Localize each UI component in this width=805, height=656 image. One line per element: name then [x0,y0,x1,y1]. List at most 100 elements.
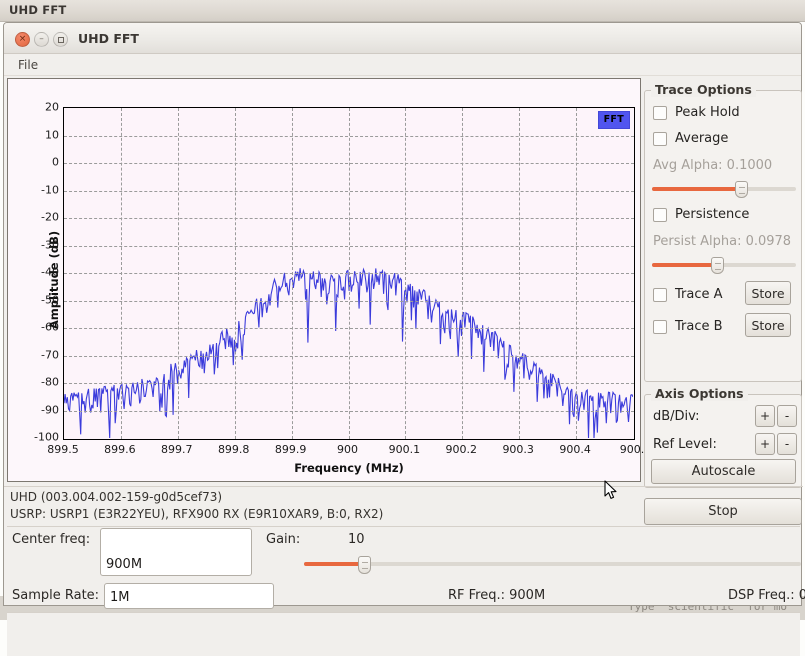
ref-level-label: Ref Level: [653,437,717,452]
peak-hold-label: Peak Hold [675,105,740,120]
uhd-version-text: UHD (003.004.002-159-g0d5cef73) [10,490,223,504]
y-tick-label: -40 [41,265,59,279]
axis-options-title: Axis Options [651,386,748,401]
desktop-panel: UHD FFT [0,0,805,22]
desktop-window-title: UHD FFT [9,3,67,17]
gain-slider-fill [304,562,364,566]
grid-line-vertical [348,108,350,439]
db-div-plus-button[interactable]: + [755,405,775,427]
y-tick-label: 20 [45,100,59,114]
trace-a-checkbox[interactable] [653,287,667,302]
persist-alpha-slider-fill [652,263,717,267]
sample-rate-label: Sample Rate: [12,588,100,603]
x-tick-label: 900.2 [445,443,478,456]
avg-alpha-slider[interactable] [652,181,796,198]
info-divider [7,526,800,527]
y-tick-label: -90 [41,403,59,416]
window-client-area: Amplitude (dB) 20 10 0 -10 -20 -30 -40 -50 -60 -7… [4,76,805,656]
radio-controls-form: Center freq: 900M Sample Rate: 1M Gain: … [4,528,805,612]
trace-a-row[interactable]: Trace A [653,287,723,302]
uhd-fft-window: × – UHD FFT File Amplitude (dB) 20 10 0 -10… [3,22,805,656]
x-tick-label: 899.5 [47,443,79,456]
window-bottom-filler [7,613,800,656]
y-tick-label: -70 [41,348,59,361]
menubar: File [4,54,801,76]
grid-line-vertical [405,108,407,439]
ref-level-plus-button[interactable]: + [755,433,775,455]
grid-line-vertical [234,108,236,439]
y-axis-ticks: 20 10 0 -10 -20 -30 -40 -50 -60 -70 -80 -90 -100 [8,101,59,444]
persistence-checkbox[interactable] [653,207,667,222]
avg-alpha-label: Avg Alpha: 0.1000 [653,158,773,173]
sample-rate-input[interactable]: 1M [104,583,274,609]
y-tick-label: -10 [41,183,59,196]
ref-level-minus-button[interactable]: - [777,433,797,455]
trace-b-label: Trace B [675,319,723,334]
persist-alpha-slider-knob[interactable] [710,257,724,274]
fft-legend-badge[interactable]: FFT [597,111,630,129]
fft-plot[interactable]: Amplitude (dB) 20 10 0 -10 -20 -30 -40 -50 -60 -7… [7,78,644,482]
y-tick-label: -30 [41,238,59,251]
grid-line-vertical [576,108,578,439]
average-row[interactable]: Average [653,131,728,146]
peak-hold-row[interactable]: Peak Hold [653,105,740,120]
trace-b-store-button[interactable]: Store [745,313,791,337]
y-tick-label: -100 [34,430,59,444]
rf-freq-readout: RF Freq.: 900M [448,588,546,603]
avg-alpha-slider-fill [652,187,742,191]
x-tick-label: 900. [619,443,645,456]
menu-item-file[interactable]: File [14,57,42,73]
device-info-strip: UHD (003.004.002-159-g0d5cef73) USRP: US… [4,486,803,527]
gain-value: 10 [348,532,365,547]
y-tick-label: 10 [45,128,59,141]
gain-slider-knob[interactable] [357,556,371,574]
dsp-freq-readout: DSP Freq.: 0 [728,588,805,603]
gain-slider-track [304,562,801,566]
autoscale-button[interactable]: Autoscale [651,459,796,484]
x-tick-label: 899.9 [274,443,307,456]
maximize-square-glyph [57,36,64,43]
x-axis-label: Frequency (MHz) [294,461,404,475]
persistence-label: Persistence [675,207,750,222]
average-checkbox[interactable] [653,131,667,146]
plot-canvas[interactable]: FFT [63,107,635,440]
y-tick-label: -20 [41,210,59,224]
y-tick-label: -80 [41,375,59,389]
trace-b-row[interactable]: Trace B [653,319,723,334]
persistence-row[interactable]: Persistence [653,207,749,222]
axis-options-group: Axis Options dB/Div: + - Ref Level: + - … [644,386,802,488]
trace-b-checkbox[interactable] [653,319,667,334]
x-tick-label: 900 [337,443,358,456]
grid-line-vertical [462,108,464,439]
x-tick-label: 900.3 [502,443,534,456]
right-control-column: Trace Options Peak Hold Average Avg Alph… [644,78,802,488]
db-div-minus-button[interactable]: - [777,405,797,427]
x-tick-label: 899.6 [104,443,136,456]
trace-options-group: Trace Options Peak Hold Average Avg Alph… [644,82,802,382]
maximize-icon[interactable] [53,32,68,47]
persist-alpha-slider[interactable] [652,257,796,274]
gain-label: Gain: [266,532,301,547]
trace-a-store-button[interactable]: Store [745,281,791,305]
center-freq-label: Center freq: [12,532,91,547]
x-tick-label: 900.1 [388,443,421,456]
peak-hold-checkbox[interactable] [653,105,667,120]
window-titlebar[interactable]: × – UHD FFT [4,23,801,54]
minimize-glyph: – [39,34,44,44]
center-freq-input[interactable]: 900M [100,528,252,576]
trace-options-title: Trace Options [651,82,756,97]
grid-line-vertical [291,108,293,439]
trace-a-label: Trace A [675,287,723,302]
grid-line-vertical [519,108,521,439]
y-tick-label: -50 [41,293,59,306]
y-tick-label: -60 [41,320,59,334]
x-tick-label: 899.7 [161,443,193,456]
x-axis-ticks: 899.5 899.6 899.7 899.8 899.9 900 900.1 900.2 90… [47,443,644,459]
avg-alpha-slider-knob[interactable] [735,181,749,198]
grid-line-vertical [177,108,179,439]
minimize-icon[interactable]: – [34,32,49,47]
close-icon[interactable]: × [15,32,30,47]
db-div-label: dB/Div: [653,409,700,424]
close-glyph: × [18,34,27,44]
gain-slider[interactable] [304,556,801,574]
